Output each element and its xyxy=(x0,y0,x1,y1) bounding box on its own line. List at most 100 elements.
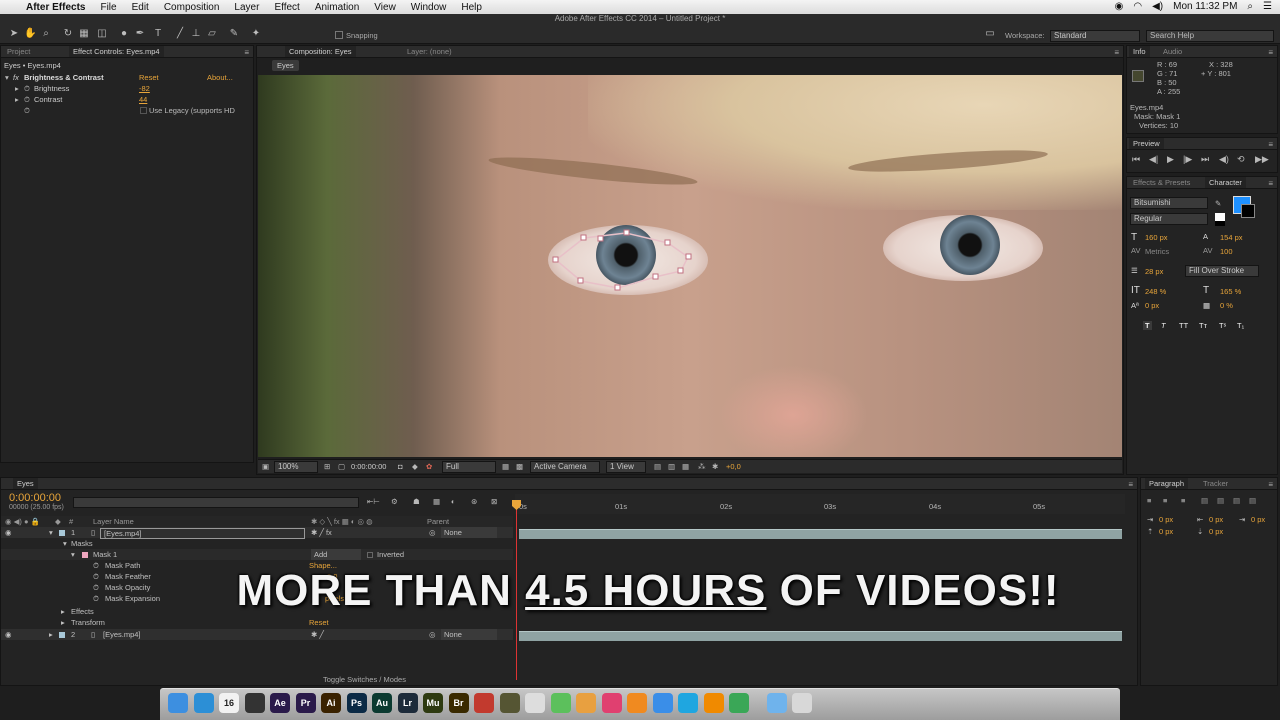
menu-help[interactable]: Help xyxy=(461,2,482,13)
panel-menu-icon[interactable]: ≡ xyxy=(1268,178,1273,189)
frame-blending-icon[interactable]: ▦ xyxy=(433,497,440,506)
trash-icon[interactable] xyxy=(792,693,812,713)
chrome-icon[interactable] xyxy=(729,693,749,713)
camera-tool-icon[interactable]: ▦ xyxy=(78,28,90,39)
stroke-width-value[interactable]: 28 px xyxy=(1145,267,1163,276)
indent-first-value[interactable]: 0 px xyxy=(1251,515,1265,524)
label-color-chip[interactable] xyxy=(59,632,65,638)
tab-composition[interactable]: Composition: Eyes xyxy=(285,46,356,57)
type-tool-icon[interactable]: T xyxy=(152,28,164,39)
font-size-value[interactable]: 160 px xyxy=(1145,233,1168,242)
tab-preview[interactable]: Preview xyxy=(1129,138,1164,149)
tab-info[interactable]: Info xyxy=(1129,46,1150,57)
workspace-select[interactable]: Standard xyxy=(1050,30,1140,42)
region-of-interest-icon[interactable]: ▦ xyxy=(502,462,509,471)
davinci-icon[interactable] xyxy=(474,693,494,713)
mask-overlay[interactable] xyxy=(258,75,1122,457)
horizontal-scale-value[interactable]: 165 % xyxy=(1220,287,1241,296)
comp-chip[interactable]: Eyes xyxy=(272,60,299,71)
superscript-icon[interactable]: Tˢ xyxy=(1219,321,1226,330)
roto-brush-tool-icon[interactable]: ✎ xyxy=(228,28,240,39)
mask-row-1[interactable]: ▾ Mask 1 Add Inverted xyxy=(1,549,513,560)
baseline-shift-value[interactable]: 0 px xyxy=(1145,301,1159,310)
books-icon[interactable] xyxy=(627,693,647,713)
menubar-clock[interactable]: Mon 11:32 PM xyxy=(1173,1,1237,12)
disclosure-icon[interactable]: ▸ xyxy=(15,84,19,93)
disclosure-icon[interactable]: ▾ xyxy=(49,527,53,538)
label-color-chip[interactable] xyxy=(59,530,65,536)
status-volume-icon[interactable]: ◀) xyxy=(1152,1,1163,12)
panel-menu-icon[interactable]: ≡ xyxy=(1114,47,1119,58)
rotate-tool-icon[interactable]: ↻ xyxy=(62,28,74,39)
stopwatch-icon[interactable]: ⏱ xyxy=(93,582,99,593)
disclosure-icon[interactable]: ▾ xyxy=(63,538,67,549)
shy-layers-icon[interactable]: ☗ xyxy=(413,497,420,506)
compressor-icon[interactable] xyxy=(499,693,520,713)
switch-icons[interactable]: ✱ ╱ fx xyxy=(311,527,332,538)
font-select[interactable]: Bitsumishi xyxy=(1130,197,1208,209)
photoshop-icon[interactable]: Ps xyxy=(346,693,367,713)
layer-row-2[interactable]: ◉ ▸ 2 ▯ [Eyes.mp4] ✱ ╱ ◎ None xyxy=(1,629,513,640)
lightroom-icon[interactable]: Lr xyxy=(397,693,418,713)
layer-1-duration-bar[interactable] xyxy=(519,529,1122,539)
menu-animation[interactable]: Animation xyxy=(315,2,359,13)
disclosure-icon[interactable]: ▸ xyxy=(61,606,65,617)
last-frame-icon[interactable]: ⏭ xyxy=(1201,154,1209,165)
legacy-checkbox[interactable] xyxy=(140,107,147,114)
panel-menu-icon[interactable]: ≡ xyxy=(1268,47,1273,58)
eye-icon[interactable]: ◉ xyxy=(5,527,12,538)
illustrator-icon[interactable]: Ai xyxy=(321,693,341,713)
font-style-select[interactable]: Regular xyxy=(1130,213,1208,225)
stroke-mode-select[interactable]: Fill Over Stroke xyxy=(1185,265,1259,277)
after-effects-icon[interactable]: Ae xyxy=(270,693,290,713)
brush-tool-icon[interactable]: ╱ xyxy=(174,28,186,39)
next-frame-icon[interactable]: |▶ xyxy=(1183,154,1192,165)
tab-effect-controls[interactable]: Effect Controls: Eyes.mp4 xyxy=(69,46,164,57)
exposure-value[interactable]: +0,0 xyxy=(726,462,741,471)
stopwatch-icon[interactable]: ⏱ xyxy=(93,560,99,571)
skype-icon[interactable] xyxy=(678,693,698,713)
muse-icon[interactable]: Mu xyxy=(423,693,443,713)
itunes-icon[interactable] xyxy=(601,693,622,713)
justify-left-icon[interactable]: ▤ xyxy=(1201,496,1208,505)
bridge-icon[interactable]: Br xyxy=(448,693,469,713)
faux-bold-icon[interactable]: T xyxy=(1143,321,1152,330)
menu-window[interactable]: Window xyxy=(411,2,447,13)
graph-editor-icon[interactable]: ⊛ xyxy=(471,497,477,506)
inverted-checkbox[interactable] xyxy=(367,552,373,558)
reset-button[interactable]: Reset xyxy=(139,73,159,82)
tab-effects-presets[interactable]: Effects & Presets xyxy=(1129,177,1194,188)
composition-viewer[interactable] xyxy=(258,75,1122,457)
tab-layer[interactable]: Layer: (none) xyxy=(403,46,456,57)
timeline-timecode[interactable]: 0:00:00:00 xyxy=(9,492,61,504)
puppet-tool-icon[interactable]: ✦ xyxy=(250,28,262,39)
motion-blur-icon[interactable]: ◐ xyxy=(451,497,456,506)
leading-value[interactable]: 154 px xyxy=(1220,233,1243,242)
clone-tool-icon[interactable]: ⊥ xyxy=(190,28,202,39)
switch-icons[interactable]: ✱ ╱ xyxy=(311,629,324,640)
eyedropper-icon[interactable]: ✎ xyxy=(1215,199,1221,208)
brightness-value[interactable]: -82 xyxy=(139,84,150,93)
eye-icon[interactable]: ◉ xyxy=(5,629,12,640)
calendar-icon[interactable]: 16 xyxy=(219,693,239,713)
subscript-icon[interactable]: T₁ xyxy=(1237,321,1244,330)
panel-menu-icon[interactable]: ≡ xyxy=(1128,479,1133,490)
menu-view[interactable]: View xyxy=(374,2,396,13)
toggle-switches-modes[interactable]: Toggle Switches / Modes xyxy=(323,675,406,684)
first-frame-icon[interactable]: ⏮ xyxy=(1132,154,1140,165)
menu-effect[interactable]: Effect xyxy=(274,2,299,13)
show-snapshot-icon[interactable]: ◆ xyxy=(412,462,418,471)
align-left-icon[interactable]: ≡ xyxy=(1147,496,1151,505)
hand-tool-icon[interactable]: ✋ xyxy=(24,28,36,39)
disclosure-icon[interactable]: ▾ xyxy=(71,549,75,560)
justify-right-icon[interactable]: ▤ xyxy=(1233,496,1240,505)
mask-name[interactable]: Mask 1 xyxy=(93,549,117,560)
parent-pick-whip-icon[interactable]: ◎ xyxy=(429,527,436,538)
tracking-value[interactable]: 100 xyxy=(1220,247,1233,256)
align-center-icon[interactable]: ≡ xyxy=(1163,496,1167,505)
indent-left-value[interactable]: 0 px xyxy=(1159,515,1173,524)
stopwatch-icon[interactable]: ⏱ xyxy=(24,95,30,105)
previous-frame-icon[interactable]: ◀| xyxy=(1149,154,1158,165)
transform-row[interactable]: ▸ Transform Reset xyxy=(1,617,513,628)
panel-menu-icon[interactable]: ≡ xyxy=(1268,139,1273,150)
